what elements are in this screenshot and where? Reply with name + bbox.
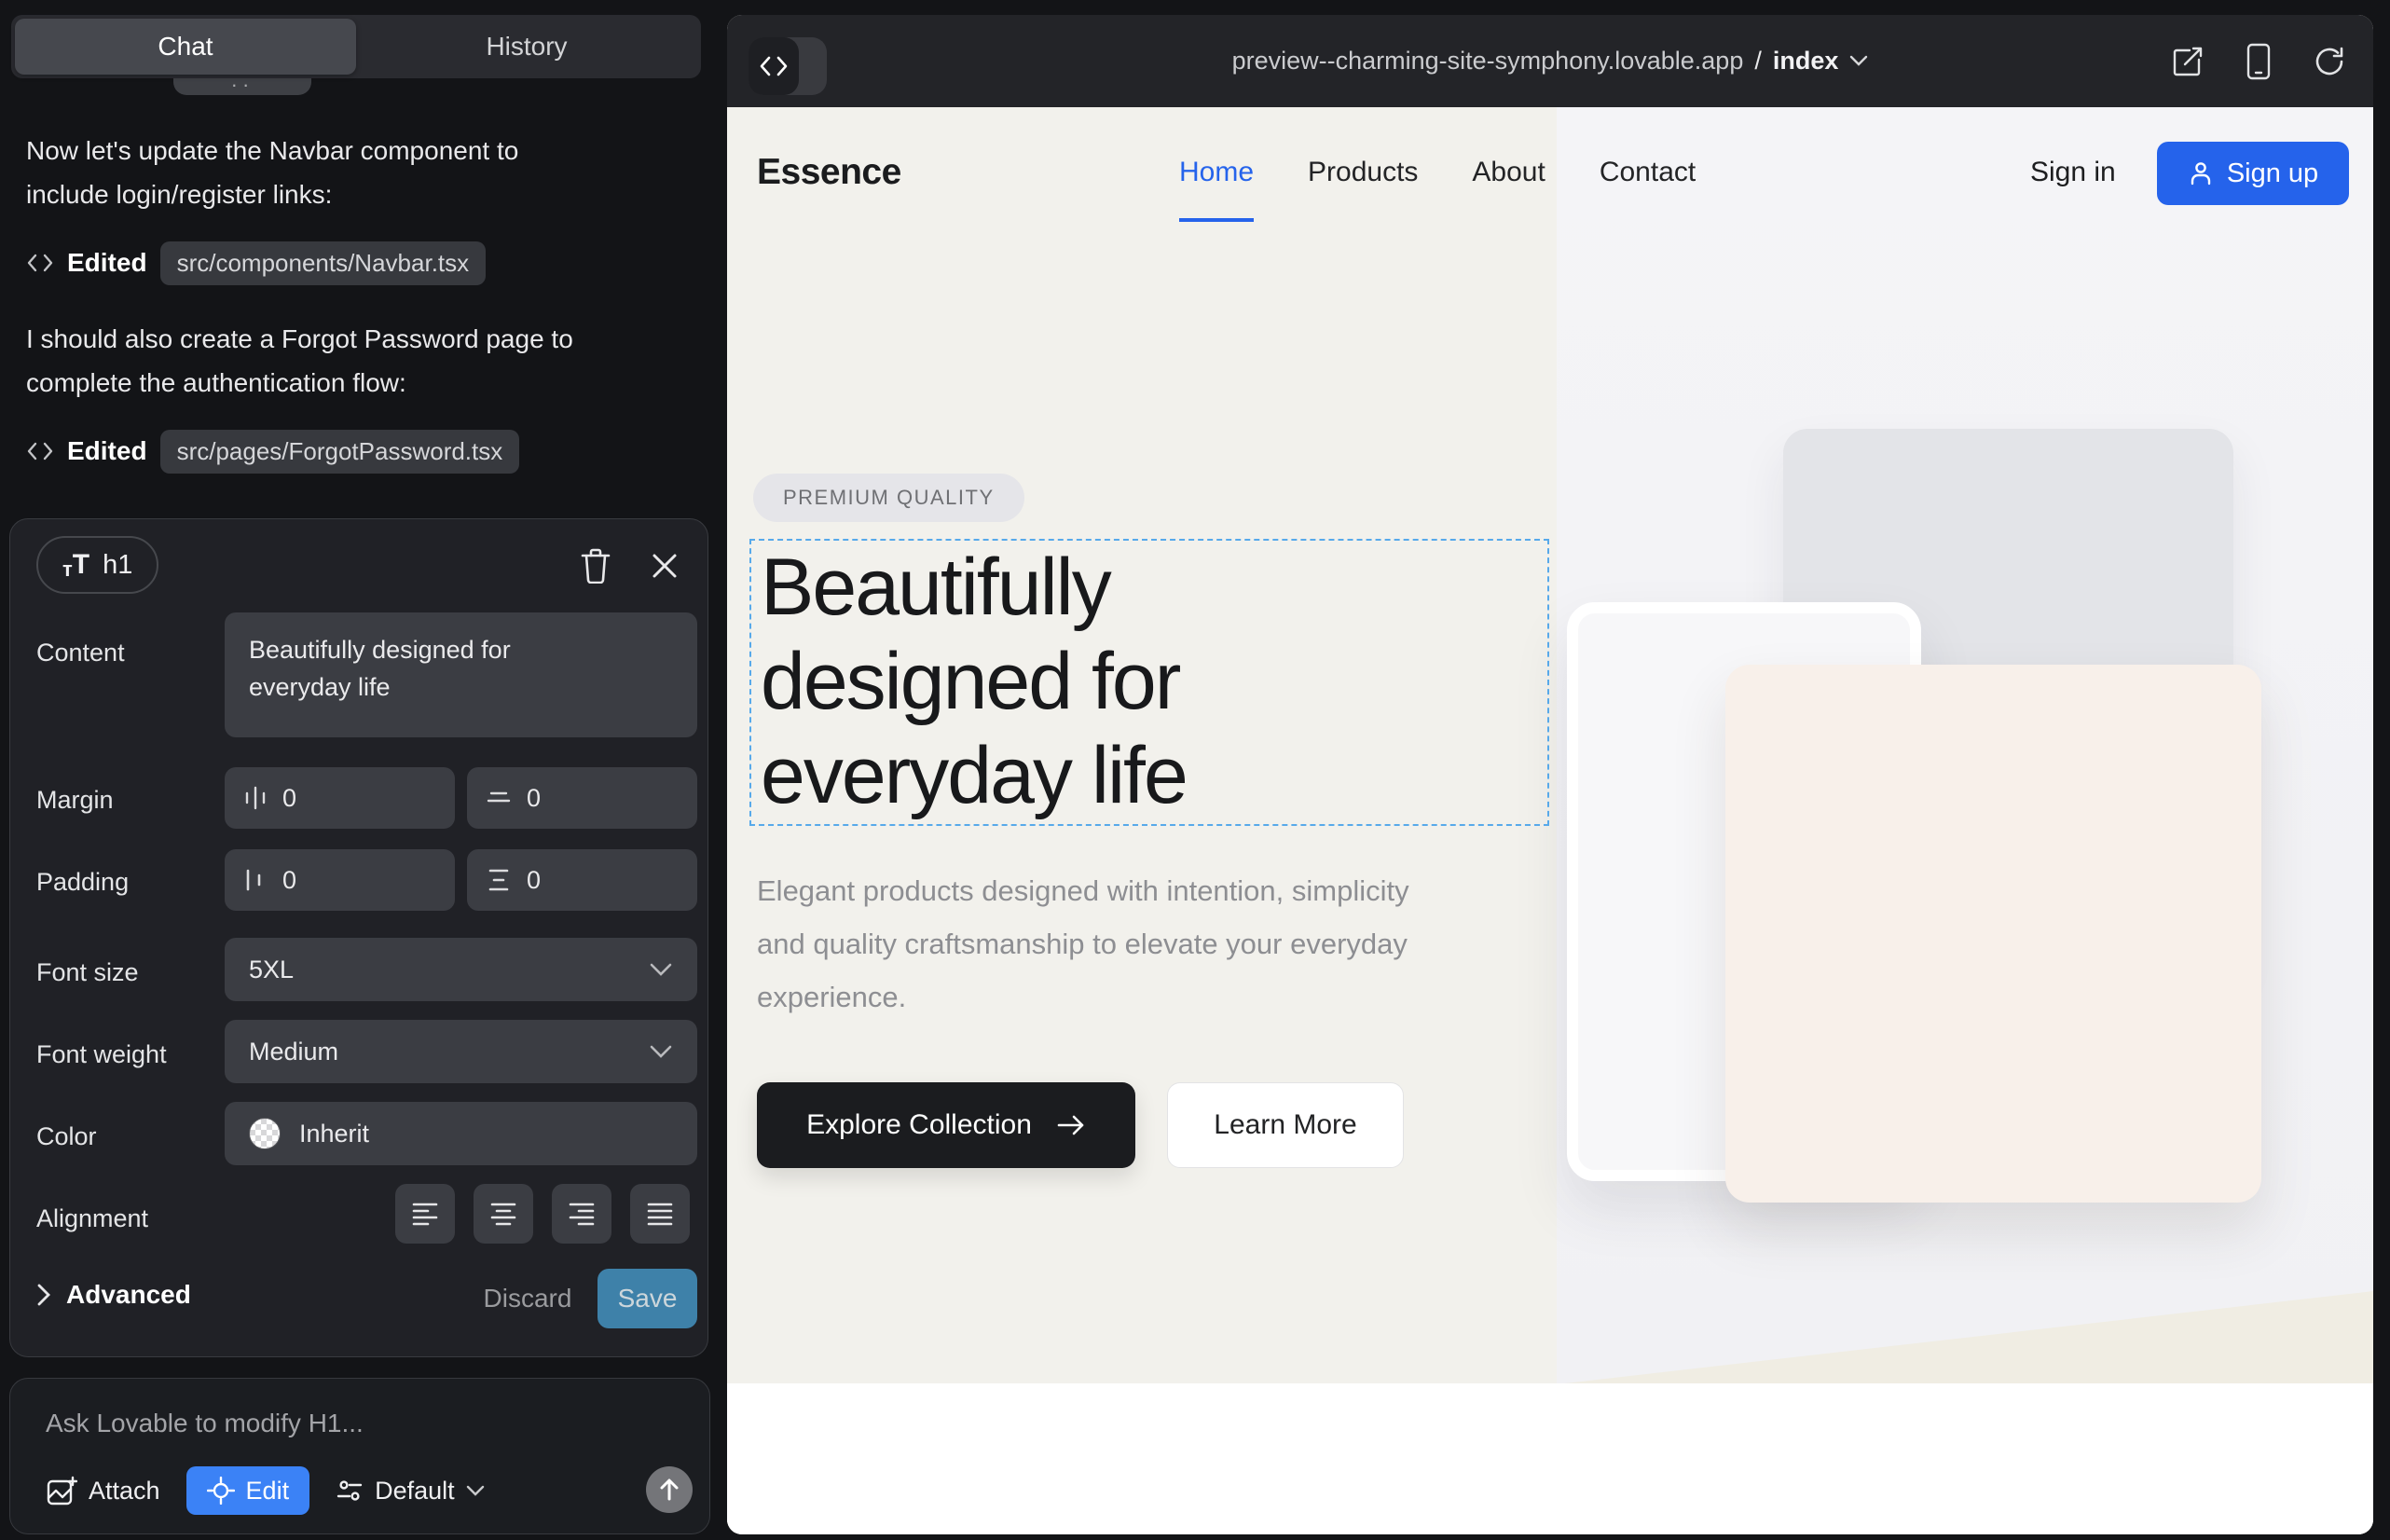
preview-url-dropdown[interactable]: preview--charming-site-symphony.lovable.… <box>727 15 2373 107</box>
composer-toolbar: Attach Edit Default <box>46 1466 691 1515</box>
premium-quality-badge: PREMIUM QUALITY <box>753 474 1024 522</box>
padding-label: Padding <box>36 868 129 897</box>
save-button[interactable]: Save <box>598 1269 697 1328</box>
nav-link-contact[interactable]: Contact <box>1600 157 1696 188</box>
margin-x-icon <box>243 785 268 811</box>
prompt-composer: Ask Lovable to modify H1... Attach Edit … <box>9 1378 710 1534</box>
alignment-label: Alignment <box>36 1204 148 1233</box>
tab-history[interactable]: History <box>356 19 697 75</box>
below-hero-section <box>727 1383 2373 1534</box>
align-right-button[interactable] <box>552 1184 611 1244</box>
explore-collection-button[interactable]: Explore Collection <box>757 1082 1135 1168</box>
hero-description: Elegant products designed with intention… <box>757 864 1447 1024</box>
chat-history-tabs: Chat History <box>11 15 701 78</box>
site-navbar: Essence Home Products About Contact Sign… <box>727 107 2373 238</box>
code-icon <box>26 252 54 274</box>
nav-link-home[interactable]: Home <box>1179 157 1254 188</box>
code-icon <box>26 440 54 462</box>
element-editor-panel: тT h1 Content Beautifully designed for e… <box>9 518 708 1357</box>
send-button[interactable] <box>646 1466 693 1513</box>
color-swatch <box>249 1118 281 1149</box>
element-tag-pill: тT h1 <box>36 536 158 594</box>
margin-x-input[interactable]: 0 <box>225 767 455 829</box>
preview-topbar: preview--charming-site-symphony.lovable.… <box>727 15 2373 107</box>
hero-cta-row: Explore Collection Learn More <box>757 1082 1404 1168</box>
font-weight-label: Font weight <box>36 1040 167 1069</box>
align-center-button[interactable] <box>474 1184 533 1244</box>
refresh-button[interactable] <box>2310 42 2349 81</box>
arrow-up-icon <box>658 1478 680 1502</box>
edited-label: Edited <box>67 436 147 466</box>
discard-button[interactable]: Discard <box>476 1269 579 1328</box>
mobile-view-button[interactable] <box>2239 42 2278 81</box>
hero-heading[interactable]: Beautifully designed for everyday life <box>761 541 1187 823</box>
person-icon <box>2188 160 2214 186</box>
learn-more-button[interactable]: Learn More <box>1167 1082 1404 1168</box>
font-weight-select[interactable]: Medium <box>225 1020 697 1083</box>
sign-up-button[interactable]: Sign up <box>2157 142 2349 205</box>
sign-in-link[interactable]: Sign in <box>2030 107 2116 238</box>
mode-select[interactable]: Default <box>336 1477 485 1506</box>
delete-element-button[interactable] <box>573 543 618 588</box>
content-label: Content <box>36 639 125 667</box>
element-tag-label: h1 <box>103 550 132 581</box>
tab-chat[interactable]: Chat <box>15 19 356 75</box>
edit-mode-button[interactable]: Edit <box>186 1466 310 1515</box>
padding-y-icon <box>486 867 512 893</box>
color-label: Color <box>36 1122 97 1151</box>
arrow-right-icon <box>1056 1114 1086 1136</box>
decor-card-beige <box>1725 665 2261 1203</box>
topbar-actions <box>2168 15 2349 107</box>
selected-element-outline: Beautifully designed for everyday life <box>749 539 1549 826</box>
edited-file-row: Edited src/components/Navbar.tsx <box>26 241 486 285</box>
nav-link-about[interactable]: About <box>1472 157 1545 188</box>
site-logo[interactable]: Essence <box>757 152 901 193</box>
close-panel-button[interactable] <box>642 543 687 588</box>
url-page: index <box>1773 47 1839 76</box>
padding-x-icon <box>243 867 268 893</box>
align-justify-button[interactable] <box>630 1184 690 1244</box>
prompt-input[interactable]: Ask Lovable to modify H1... <box>46 1409 364 1438</box>
margin-label: Margin <box>36 786 114 815</box>
chevron-down-icon <box>1849 55 1868 67</box>
font-size-select[interactable]: 5XL <box>225 938 697 1001</box>
attach-button[interactable]: Attach <box>46 1475 160 1506</box>
chat-message: I should also create a Forgot Password p… <box>26 317 604 405</box>
edited-file-row: Edited src/pages/ForgotPassword.tsx <box>26 429 519 474</box>
chat-panel: ·· Chat History Now let's update the Nav… <box>0 0 725 1540</box>
margin-y-icon <box>486 786 512 810</box>
text-type-icon: тT <box>62 549 89 581</box>
padding-x-input[interactable]: 0 <box>225 849 455 911</box>
chevron-down-icon <box>649 962 673 977</box>
chevron-down-icon <box>649 1044 673 1059</box>
target-icon <box>207 1477 235 1505</box>
website-viewport: Essence Home Products About Contact Sign… <box>727 107 2373 1534</box>
chevron-right-icon <box>36 1283 51 1307</box>
edited-label: Edited <box>67 248 147 278</box>
chat-message: Now let's update the Navbar component to… <box>26 129 604 216</box>
align-left-button[interactable] <box>395 1184 455 1244</box>
site-nav-links: Home Products About Contact <box>1179 107 1696 238</box>
file-chip[interactable]: src/components/Navbar.tsx <box>160 241 487 285</box>
content-textarea[interactable]: Beautifully designed for everyday life <box>225 612 697 737</box>
open-external-button[interactable] <box>2168 42 2207 81</box>
file-chip[interactable]: src/pages/ForgotPassword.tsx <box>160 430 520 474</box>
url-host: preview--charming-site-symphony.lovable.… <box>1232 47 1744 76</box>
url-separator: / <box>1754 47 1762 76</box>
attach-image-icon <box>46 1475 77 1506</box>
nav-link-products[interactable]: Products <box>1308 157 1418 188</box>
font-size-label: Font size <box>36 958 139 987</box>
lovable-app-window: ·· Chat History Now let's update the Nav… <box>0 0 2390 1540</box>
margin-y-input[interactable]: 0 <box>467 767 697 829</box>
advanced-expander[interactable]: Advanced <box>36 1280 191 1310</box>
preview-panel: preview--charming-site-symphony.lovable.… <box>727 15 2373 1534</box>
sliders-icon <box>336 1477 364 1505</box>
chevron-down-icon <box>466 1485 485 1497</box>
color-select[interactable]: Inherit <box>225 1102 697 1165</box>
padding-y-input[interactable]: 0 <box>467 849 697 911</box>
